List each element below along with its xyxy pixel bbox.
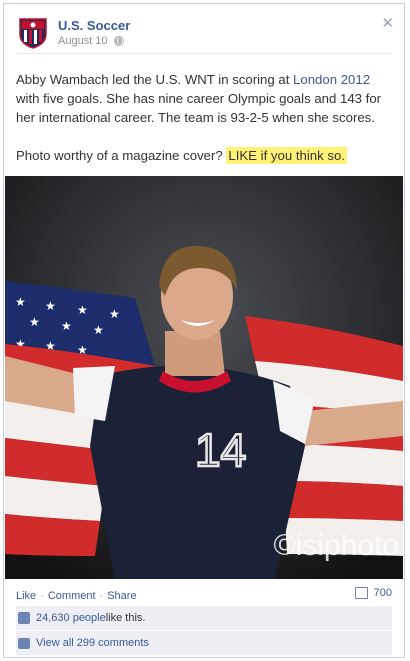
view-comments-row: View all 299 comments <box>16 631 392 656</box>
page-avatar[interactable] <box>16 16 50 50</box>
share-count-icon <box>354 587 368 599</box>
svg-text:★: ★ <box>61 319 72 333</box>
close-icon[interactable]: ✕ <box>381 14 394 32</box>
post-text-paragraph-1: Abby Wambach led the U.S. WNT in scoring… <box>16 72 382 125</box>
svg-text:★: ★ <box>77 303 88 317</box>
post-header: U.S. Soccer August 10 ✕ <box>16 14 394 54</box>
comment-action[interactable]: Comment <box>48 590 96 602</box>
globe-icon <box>113 36 124 46</box>
svg-text:★: ★ <box>15 295 26 309</box>
feedback-box: 24,630 people like this. View all 299 co… <box>16 606 392 656</box>
share-action[interactable]: Share <box>107 590 136 602</box>
photo-watermark: ©isiphoto <box>273 529 399 562</box>
post-photo[interactable]: ★ ★ ★ ★ ★ ★ ★ ★ ★ ★ 14 ©isiphoto <box>5 176 403 579</box>
post-body: Abby Wambach led the U.S. WNT in scoring… <box>16 70 392 165</box>
post-actions: Like · Comment · Share 700 <box>16 587 392 602</box>
post-text-paragraph-2: Photo worthy of a magazine cover? LIKE i… <box>16 147 347 164</box>
jersey-number: 14 <box>195 424 246 476</box>
share-count[interactable]: 700 <box>354 587 392 599</box>
post-card: U.S. Soccer August 10 ✕ Abby Wambach led… <box>3 3 405 658</box>
svg-text:★: ★ <box>93 323 104 337</box>
page-name-link[interactable]: U.S. Soccer <box>58 18 130 33</box>
like-action[interactable]: Like <box>16 590 36 602</box>
svg-text:★: ★ <box>29 315 40 329</box>
likes-count-link[interactable]: 24,630 people <box>36 612 106 624</box>
us-soccer-crest-icon <box>16 16 50 50</box>
header-divider <box>16 53 392 54</box>
svg-text:★: ★ <box>109 307 120 321</box>
post-date[interactable]: August 10 <box>58 35 108 47</box>
likes-suffix: like this. <box>105 612 146 624</box>
share-count-value: 700 <box>373 587 392 599</box>
london-2012-link[interactable]: London 2012 <box>293 72 370 87</box>
comment-bubble-icon <box>18 637 30 649</box>
likes-row: 24,630 people like this. <box>16 606 392 631</box>
post-meta: August 10 <box>58 35 124 47</box>
thumbs-up-icon <box>18 612 30 624</box>
view-all-comments-link[interactable]: View all 299 comments <box>36 637 149 649</box>
svg-text:★: ★ <box>45 299 56 313</box>
highlighted-call-to-action: LIKE if you think so. <box>226 147 347 164</box>
